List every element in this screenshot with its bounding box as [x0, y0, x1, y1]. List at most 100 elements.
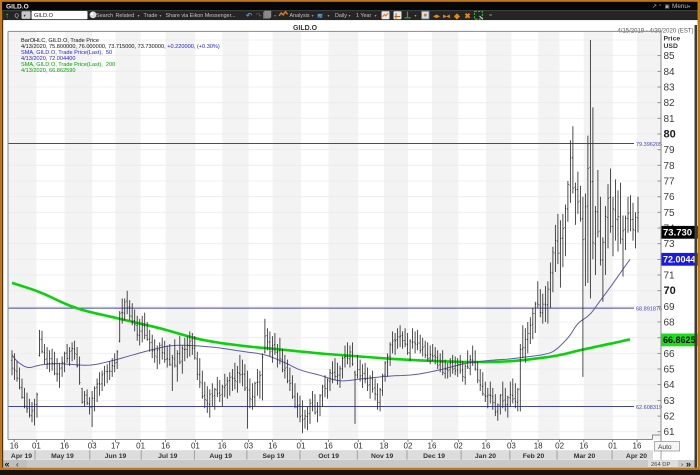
svg-text:Sep 19: Sep 19	[262, 453, 284, 460]
svg-text:77: 77	[664, 177, 676, 188]
svg-text:Nov 19: Nov 19	[371, 453, 394, 460]
svg-text:Daily: Daily	[335, 13, 347, 19]
svg-text:17: 17	[111, 441, 120, 450]
svg-text:03: 03	[507, 441, 516, 450]
svg-text:›: ›	[681, 461, 683, 468]
svg-text:=: =	[489, 13, 492, 19]
svg-text:02: 02	[454, 441, 463, 450]
svg-text:18: 18	[534, 441, 543, 450]
svg-text:▾: ▾	[160, 13, 162, 18]
svg-text:GILD.O: GILD.O	[6, 3, 29, 10]
svg-text:≋: ≋	[317, 13, 323, 20]
svg-text:Oct 19: Oct 19	[318, 453, 339, 460]
svg-text:16: 16	[324, 441, 333, 450]
svg-text:Apr 19: Apr 19	[11, 453, 32, 460]
svg-text:79.396205: 79.396205	[636, 142, 662, 148]
svg-text:Jul 19: Jul 19	[158, 453, 177, 460]
svg-text:4/13/2020, 75.800000, 76.00000: 4/13/2020, 75.800000, 76.000000, 73.7150…	[21, 44, 220, 50]
svg-text:264 DP: 264 DP	[651, 462, 670, 468]
svg-text:▣: ▣	[665, 4, 671, 10]
svg-text:02: 02	[404, 441, 413, 450]
svg-text:68.891876: 68.891876	[636, 307, 662, 313]
svg-text:GILD.O: GILD.O	[34, 13, 54, 19]
svg-text:73: 73	[664, 239, 676, 250]
svg-text:Jun 19: Jun 19	[105, 453, 127, 460]
svg-text:01: 01	[608, 441, 617, 450]
svg-text:62: 62	[664, 412, 676, 423]
svg-text:Related: Related	[116, 13, 135, 19]
svg-text:Jan 20: Jan 20	[475, 453, 496, 460]
svg-text:1 Year: 1 Year	[356, 13, 371, 19]
svg-text:Apr 20: Apr 20	[626, 453, 647, 460]
svg-text:16: 16	[428, 441, 437, 450]
svg-text:▾: ▾	[328, 13, 330, 18]
svg-text:◂▸: ◂▸	[432, 13, 440, 20]
svg-text:USD: USD	[664, 43, 678, 50]
svg-text:03: 03	[88, 441, 97, 450]
svg-text:16: 16	[633, 441, 642, 450]
svg-text:66.8625: 66.8625	[663, 335, 696, 345]
svg-text:↗: ↗	[652, 4, 657, 10]
svg-text:16: 16	[10, 441, 19, 450]
svg-text:83: 83	[664, 83, 676, 94]
svg-text:Price: Price	[664, 36, 681, 43]
svg-text:▾: ▾	[415, 13, 417, 18]
svg-text:61: 61	[664, 427, 676, 438]
svg-text:Analysis: Analysis	[290, 13, 310, 19]
svg-text:↑: ↑	[5, 11, 9, 20]
svg-text:80: 80	[664, 129, 676, 141]
svg-text:18: 18	[380, 441, 389, 450]
svg-text:63: 63	[664, 396, 676, 407]
svg-text:▸◂: ▸◂	[442, 13, 450, 20]
svg-text:Auto: Auto	[658, 444, 672, 451]
svg-text:62.608319: 62.608319	[636, 405, 662, 411]
svg-text:↶: ↶	[245, 11, 253, 20]
svg-text:03: 03	[244, 441, 253, 450]
svg-text:Search: Search	[96, 13, 113, 19]
svg-text:May 19: May 19	[51, 453, 74, 460]
svg-text:01: 01	[354, 441, 363, 450]
svg-text:Share via Eikon Messenger...: Share via Eikon Messenger...	[166, 13, 236, 19]
svg-text:75: 75	[664, 208, 676, 219]
svg-text:↷: ↷	[256, 11, 263, 20]
svg-text:16: 16	[268, 441, 277, 450]
svg-text:84: 84	[664, 67, 676, 78]
svg-text:01: 01	[136, 441, 145, 450]
svg-text:70: 70	[664, 285, 676, 297]
svg-text:▾: ▾	[375, 13, 377, 18]
svg-text:64: 64	[664, 380, 676, 391]
svg-text:16: 16	[218, 441, 227, 450]
svg-text:82: 82	[664, 98, 676, 109]
svg-text:73.730: 73.730	[663, 228, 692, 239]
svg-text:79: 79	[664, 145, 676, 156]
svg-text:▾: ▾	[349, 13, 351, 18]
svg-text:16: 16	[161, 441, 170, 450]
svg-text:Mar 20: Mar 20	[574, 453, 596, 460]
svg-text:16: 16	[482, 441, 491, 450]
svg-text:Dec 19: Dec 19	[423, 453, 445, 460]
svg-text:4/13/2020, 72.004400: 4/13/2020, 72.004400	[21, 56, 75, 62]
svg-text:Feb 20: Feb 20	[523, 453, 545, 460]
svg-text:01: 01	[297, 441, 306, 450]
svg-text:◆: ◆	[454, 12, 461, 21]
svg-text:69: 69	[664, 302, 676, 313]
svg-text:▾: ▾	[312, 13, 314, 18]
svg-text:02: 02	[555, 441, 564, 450]
svg-text:85: 85	[664, 51, 676, 62]
svg-text:16: 16	[60, 441, 69, 450]
svg-text:01: 01	[191, 441, 200, 450]
svg-text:▾: ▾	[138, 13, 140, 18]
svg-text:78: 78	[664, 161, 676, 172]
svg-text:76: 76	[664, 192, 676, 203]
svg-text:✖: ✖	[464, 11, 471, 20]
svg-text:Q: Q	[15, 14, 20, 20]
svg-text:65: 65	[664, 365, 676, 376]
svg-text:81: 81	[664, 114, 676, 125]
svg-text:16: 16	[579, 441, 588, 450]
svg-text:68: 68	[664, 318, 676, 329]
svg-text:66: 66	[664, 349, 676, 360]
svg-text:Trade: Trade	[144, 13, 158, 19]
svg-text:4/13/2020, 66.862590: 4/13/2020, 66.862590	[21, 68, 75, 74]
svg-text:‹: ‹	[16, 460, 19, 469]
svg-text:01: 01	[32, 441, 41, 450]
